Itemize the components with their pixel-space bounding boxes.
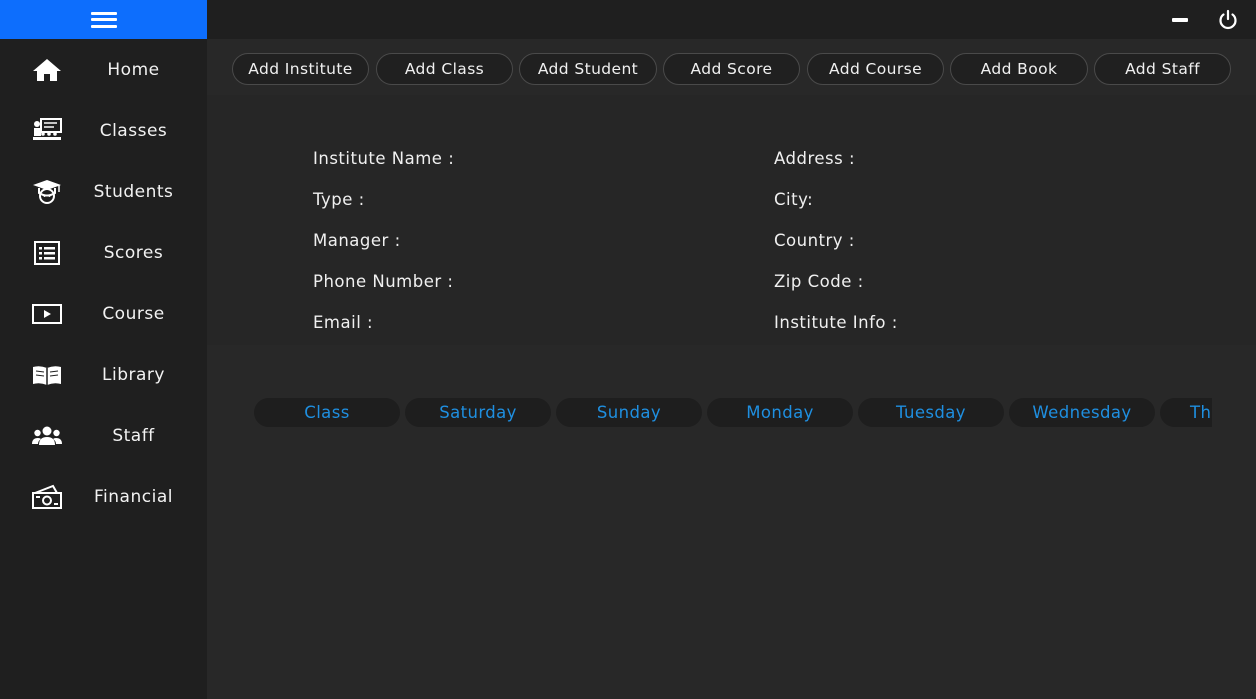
hamburger-icon <box>90 11 117 28</box>
sidebar-item-course[interactable]: Course <box>0 283 207 344</box>
sidebar-item-staff[interactable]: Staff <box>0 405 207 466</box>
add-course-button[interactable]: Add Course <box>807 53 944 85</box>
graduate-icon <box>31 178 63 206</box>
power-button[interactable] <box>1216 8 1240 32</box>
sidebar-item-label: Home <box>107 59 160 80</box>
title-bar <box>207 0 1256 39</box>
list-icon <box>31 239 63 267</box>
minimize-icon <box>1172 18 1188 22</box>
schedule-header-sunday[interactable]: Sunday <box>556 398 702 427</box>
type-label: Type : <box>313 190 365 209</box>
people-icon <box>31 422 63 450</box>
add-score-button[interactable]: Add Score <box>663 53 800 85</box>
sidebar-item-label: Financial <box>94 486 173 507</box>
sidebar: Home Classes Students Scores Course Libr… <box>0 0 207 699</box>
power-icon <box>1219 9 1237 30</box>
sidebar-item-scores[interactable]: Scores <box>0 222 207 283</box>
country-label: Country : <box>774 231 855 250</box>
sidebar-item-financial[interactable]: Financial <box>0 466 207 527</box>
schedule-header-saturday[interactable]: Saturday <box>405 398 551 427</box>
sidebar-item-label: Scores <box>103 242 164 263</box>
home-icon <box>31 56 63 84</box>
sidebar-item-label: Classes <box>99 120 168 141</box>
add-book-button[interactable]: Add Book <box>950 53 1088 85</box>
city-label: City: <box>774 190 814 209</box>
sidebar-item-label: Staff <box>112 425 155 446</box>
zip-code-label: Zip Code : <box>774 272 864 291</box>
minimize-button[interactable] <box>1168 8 1192 32</box>
sidebar-nav: Home Classes Students Scores Course Libr… <box>0 39 207 527</box>
add-student-button[interactable]: Add Student <box>519 53 657 85</box>
schedule-header-tuesday[interactable]: Tuesday <box>858 398 1004 427</box>
sidebar-item-students[interactable]: Students <box>0 161 207 222</box>
address-label: Address : <box>774 149 856 168</box>
institute-name-label: Institute Name : <box>313 149 455 168</box>
institute-info-panel: Institute Name : Type : Manager : Phone … <box>207 95 1256 345</box>
schedule-header: Class Saturday Sunday Monday Tuesday Wed… <box>254 398 1212 427</box>
schedule-header-wednesday[interactable]: Wednesday <box>1009 398 1155 427</box>
add-institute-button[interactable]: Add Institute <box>232 53 369 85</box>
menu-toggle-button[interactable] <box>0 0 207 39</box>
phone-number-label: Phone Number : <box>313 272 454 291</box>
institute-info-label: Institute Info : <box>774 313 898 332</box>
sidebar-item-label: Library <box>102 364 165 385</box>
sidebar-item-library[interactable]: Library <box>0 344 207 405</box>
app-window: Home Classes Students Scores Course Libr… <box>0 0 1256 699</box>
add-class-button[interactable]: Add Class <box>376 53 513 85</box>
schedule-header-thursday[interactable]: Th <box>1160 398 1212 427</box>
email-label: Email : <box>313 313 374 332</box>
sidebar-item-label: Course <box>102 303 165 324</box>
sidebar-item-label: Students <box>93 181 174 202</box>
manager-label: Manager : <box>313 231 401 250</box>
schedule-header-class[interactable]: Class <box>254 398 400 427</box>
money-icon <box>31 483 63 511</box>
add-staff-button[interactable]: Add Staff <box>1094 53 1231 85</box>
book-icon <box>31 361 63 389</box>
sidebar-item-classes[interactable]: Classes <box>0 100 207 161</box>
schedule-header-monday[interactable]: Monday <box>707 398 853 427</box>
classroom-icon <box>31 117 63 145</box>
sidebar-item-home[interactable]: Home <box>0 39 207 100</box>
video-play-icon <box>31 300 63 328</box>
